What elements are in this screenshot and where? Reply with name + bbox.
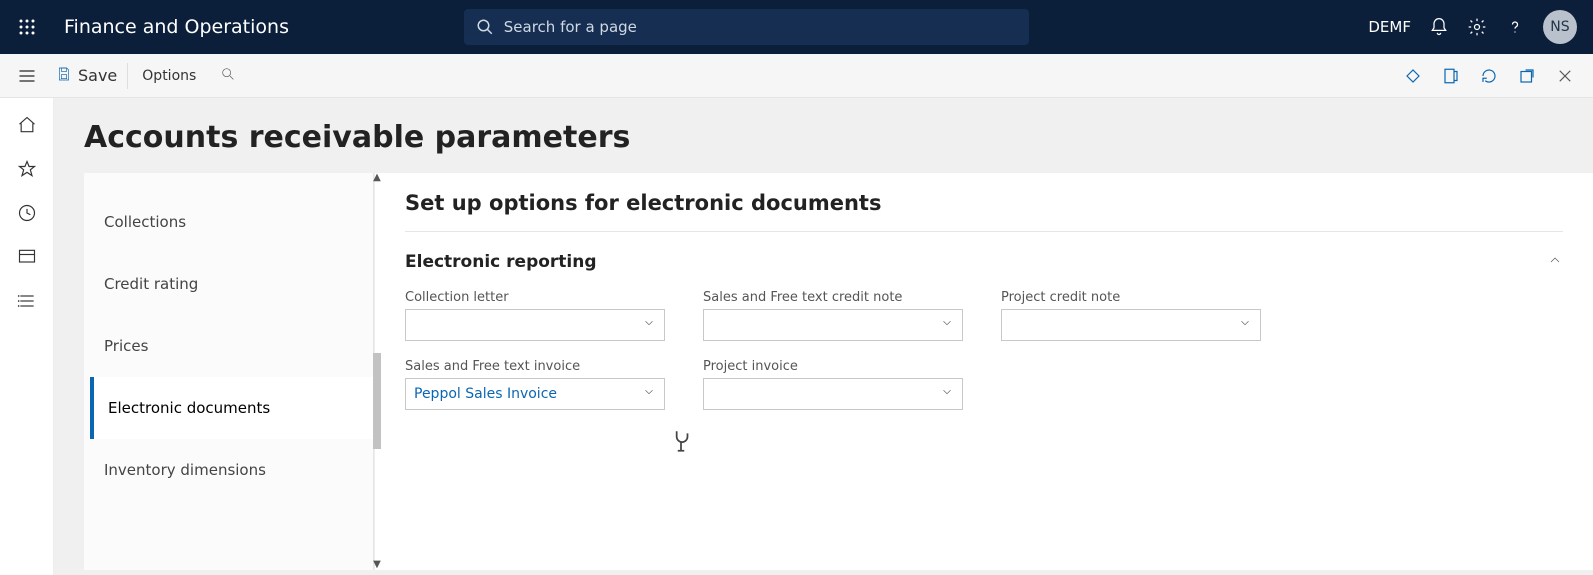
share-icon[interactable] <box>1517 66 1537 86</box>
detail-title: Set up options for electronic documents <box>405 191 1563 232</box>
label-project-invoice: Project invoice <box>703 359 963 374</box>
select-sales-invoice[interactable]: Peppol Sales Invoice <box>405 378 665 410</box>
action-bar-right <box>1403 66 1585 86</box>
cursor-icon <box>668 428 694 458</box>
refresh-icon[interactable] <box>1479 66 1499 86</box>
label-sales-credit-note: Sales and Free text credit note <box>703 290 963 305</box>
favorites-icon[interactable] <box>16 158 38 180</box>
gear-icon[interactable] <box>1467 17 1487 37</box>
global-search-input[interactable] <box>504 18 1017 36</box>
section-title: Electronic reporting <box>405 252 597 272</box>
workspace-icon[interactable] <box>16 246 38 268</box>
header-right-tools: DEMF NS <box>1368 10 1583 44</box>
parameter-tab-list: ▲ Collections Credit rating Prices Elect… <box>84 173 374 570</box>
field-grid: Collection letter Sales and Free text cr… <box>405 290 1563 410</box>
tab-inventory-dimensions[interactable]: Inventory dimensions <box>84 439 373 501</box>
global-search[interactable] <box>464 9 1029 45</box>
bell-icon[interactable] <box>1429 17 1449 37</box>
content-split: ▲ Collections Credit rating Prices Elect… <box>84 173 1593 570</box>
app-title: Finance and Operations <box>64 16 289 38</box>
modules-icon[interactable] <box>16 290 38 312</box>
tab-collections[interactable]: Collections <box>84 191 373 253</box>
chevron-down-icon <box>1238 316 1252 334</box>
user-avatar[interactable]: NS <box>1543 10 1577 44</box>
save-icon <box>56 66 72 86</box>
tab-prices[interactable]: Prices <box>84 315 373 377</box>
label-collection-letter: Collection letter <box>405 290 665 305</box>
waffle-icon[interactable] <box>10 10 44 44</box>
field-sales-credit-note: Sales and Free text credit note <box>703 290 963 341</box>
tab-electronic-documents[interactable]: Electronic documents <box>90 377 373 439</box>
page-search-button[interactable] <box>210 66 246 86</box>
search-icon <box>476 18 494 36</box>
chevron-up-icon[interactable] <box>1547 252 1563 272</box>
field-project-invoice: Project invoice <box>703 359 963 410</box>
tab-credit-rating[interactable]: Credit rating <box>84 253 373 315</box>
select-project-invoice[interactable] <box>703 378 963 410</box>
chevron-down-icon <box>642 316 656 334</box>
attachments-icon[interactable] <box>1403 66 1423 86</box>
save-button[interactable]: Save <box>46 63 128 89</box>
field-sales-invoice: Sales and Free text invoice Peppol Sales… <box>405 359 665 410</box>
page-body: Accounts receivable parameters ▲ Collect… <box>0 98 1593 575</box>
save-label: Save <box>78 66 117 85</box>
detail-panel: Set up options for electronic documents … <box>374 173 1593 570</box>
recent-icon[interactable] <box>16 202 38 224</box>
help-icon[interactable] <box>1505 17 1525 37</box>
select-collection-letter[interactable] <box>405 309 665 341</box>
value-sales-invoice: Peppol Sales Invoice <box>414 386 557 402</box>
chevron-down-icon <box>940 316 954 334</box>
field-project-credit-note: Project credit note <box>1001 290 1261 341</box>
page-title: Accounts receivable parameters <box>54 98 1593 173</box>
select-project-credit-note[interactable] <box>1001 309 1261 341</box>
select-sales-credit-note[interactable] <box>703 309 963 341</box>
chevron-down-icon <box>940 385 954 403</box>
scroll-down-icon[interactable]: ▼ <box>373 560 381 570</box>
field-collection-letter: Collection letter <box>405 290 665 341</box>
global-header: Finance and Operations DEMF NS <box>0 0 1593 54</box>
main-panel: Accounts receivable parameters ▲ Collect… <box>54 98 1593 575</box>
scrollbar-thumb[interactable] <box>373 353 381 449</box>
left-icon-rail <box>0 98 54 575</box>
label-sales-invoice: Sales and Free text invoice <box>405 359 665 374</box>
environment-label: DEMF <box>1368 18 1411 36</box>
office-icon[interactable] <box>1441 66 1461 86</box>
section-header[interactable]: Electronic reporting <box>405 252 1563 272</box>
chevron-down-icon <box>642 385 656 403</box>
label-project-credit-note: Project credit note <box>1001 290 1261 305</box>
home-icon[interactable] <box>16 114 38 136</box>
hamburger-icon[interactable] <box>8 66 46 86</box>
close-icon[interactable] <box>1555 66 1575 86</box>
options-button[interactable]: Options <box>128 68 210 84</box>
scroll-up-icon[interactable]: ▲ <box>373 173 381 183</box>
action-bar: Save Options <box>0 54 1593 98</box>
